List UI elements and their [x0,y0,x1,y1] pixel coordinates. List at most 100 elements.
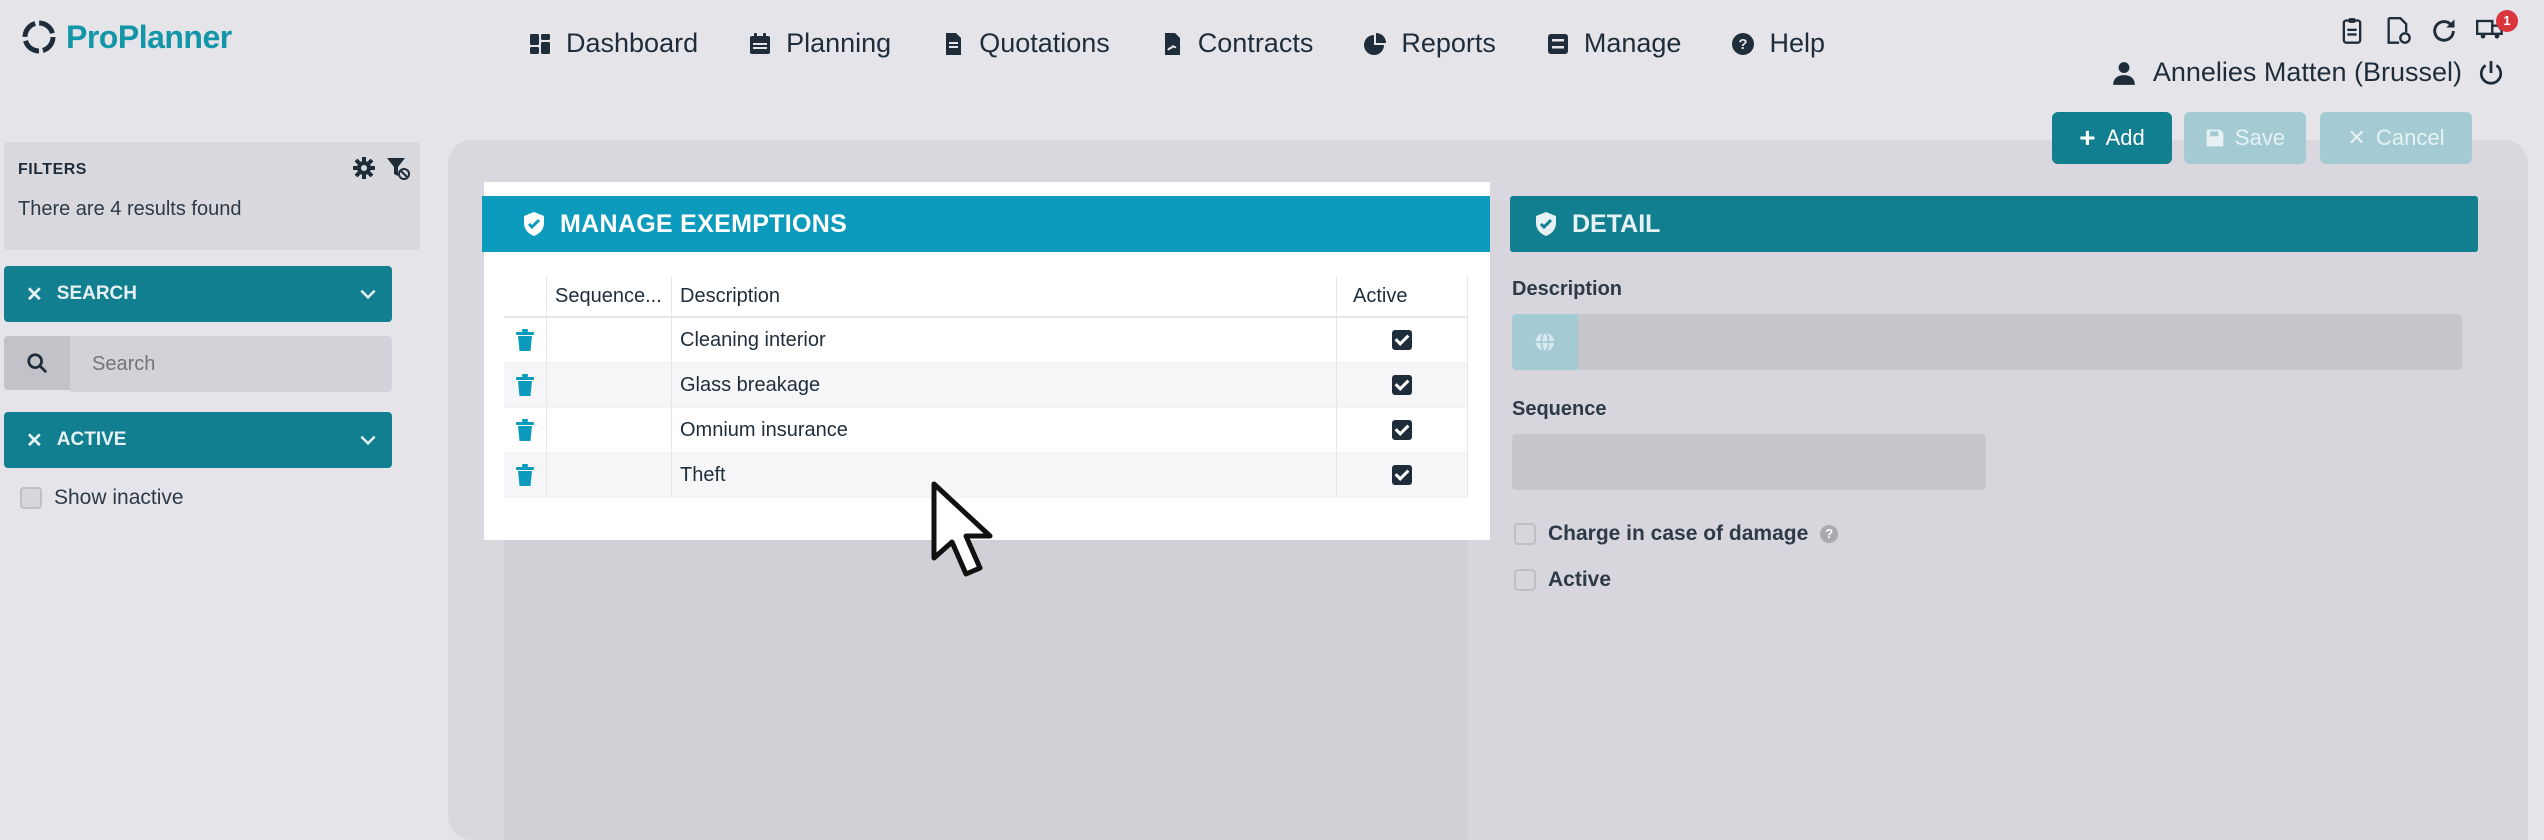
delete-cell[interactable] [504,452,547,498]
nav-label: Contracts [1197,28,1314,58]
dashboard-icon [530,33,550,54]
section-title: ACTIVE [56,429,127,450]
detail-area [1468,200,2528,840]
language-button[interactable] [1512,314,1578,370]
checkbox-label: Show inactive [54,486,184,509]
close-icon[interactable]: ✕ [26,282,43,307]
checked-checkbox[interactable] [1392,465,1412,486]
sequence-field[interactable] [1512,434,1986,490]
globe-icon [1535,331,1555,353]
trash-icon[interactable] [515,374,535,396]
delete-cell[interactable] [504,362,547,408]
notifications[interactable]: 1 [2476,10,2518,47]
checkbox-label: Charge in case of damage [1548,522,1809,545]
active-cell [1336,317,1468,363]
refresh-icon[interactable] [2430,17,2458,45]
nav-help[interactable]: ? Help [1731,28,1825,59]
manage-icon [1547,33,1568,54]
checked-checkbox[interactable] [1392,375,1412,396]
column-header-active[interactable]: Active [1336,276,1468,318]
filter-clear-icon[interactable] [386,156,410,180]
trash-icon[interactable] [515,464,535,486]
cancel-button[interactable]: ✕ Cancel [2320,112,2472,164]
gear-icon[interactable] [352,156,376,180]
filters-title: FILTERS [18,161,87,178]
checkbox-label: Active [1548,568,1612,591]
charge-damage-checkbox[interactable]: Charge in case of damage ? [1514,522,1839,546]
column-header-sequence[interactable]: Sequence... [546,276,672,318]
trash-icon[interactable] [515,419,535,441]
table-row[interactable]: Glass breakage [504,362,1468,408]
shield-icon [524,212,544,236]
nav-quotations[interactable]: Quotations [941,28,1110,59]
description-label: Description [1512,278,1623,300]
checkbox[interactable] [20,487,42,509]
active-checkbox[interactable]: Active [1514,568,1611,592]
column-header-description[interactable]: Description [671,276,1337,318]
main-nav: Dashboard Planning Quotations Contracts … [528,28,1825,59]
save-button[interactable]: Save [2184,112,2306,164]
user-name: Annelies Matten (Brussel) [2152,57,2462,87]
add-button[interactable]: + Add [2052,112,2172,164]
search-input[interactable] [70,336,392,392]
chevron-down-icon [360,289,376,300]
checked-checkbox[interactable] [1392,420,1412,441]
description-cell: Omnium insurance [671,407,1337,453]
nav-manage[interactable]: Manage [1546,28,1681,59]
nav-label: Planning [786,28,892,58]
nav-planning[interactable]: Planning [748,28,891,59]
panel-title: MANAGE EXEMPTIONS [560,209,848,238]
shield-icon [1536,212,1556,236]
sequence-label: Sequence [1512,398,1607,420]
nav-label: Dashboard [566,28,699,58]
power-icon[interactable] [2478,60,2504,86]
search-filter-section[interactable]: ✕ SEARCH [4,266,392,322]
nav-contracts[interactable]: Contracts [1160,28,1314,59]
nav-reports[interactable]: Reports [1363,28,1496,59]
chevron-down-icon [360,435,376,446]
search-icon [27,353,48,374]
active-filter-section[interactable]: ✕ ACTIVE [4,412,392,468]
delete-cell[interactable] [504,317,547,363]
filters-toolbar [352,156,410,180]
checkbox[interactable] [1514,523,1536,545]
active-cell [1336,362,1468,408]
active-cell [1336,407,1468,453]
calendar-icon [750,32,771,54]
notification-badge: 1 [2496,10,2518,32]
description-field[interactable] [1512,314,2462,370]
nav-label: Quotations [979,28,1110,58]
table-row[interactable]: Cleaning interior [504,317,1468,363]
info-icon[interactable]: ? [1820,525,1839,543]
detail-header: DETAIL [1510,196,2478,252]
checked-checkbox[interactable] [1392,330,1412,351]
nav-dashboard[interactable]: Dashboard [528,28,698,59]
trash-icon[interactable] [515,329,535,351]
save-icon [2206,129,2224,147]
manage-exemptions-header: MANAGE EXEMPTIONS [482,196,1490,252]
cancel-button-label: Cancel [2375,125,2445,150]
description-cell: Cleaning interior [671,317,1337,363]
sequence-cell [546,362,672,408]
results-count: There are 4 results found [18,198,242,220]
description-cell: Theft [671,452,1337,498]
nav-label: Reports [1401,28,1496,58]
close-icon: ✕ [2347,125,2366,150]
active-cell [1336,452,1468,498]
close-icon[interactable]: ✕ [26,428,43,453]
checkbox[interactable] [1514,569,1536,591]
show-inactive-checkbox[interactable]: Show inactive [20,486,184,510]
app-logo[interactable]: ProPlanner [20,18,232,56]
pie-chart-icon [1364,32,1387,55]
table-row[interactable]: Omnium insurance [504,407,1468,453]
file-settings-icon[interactable] [2384,16,2412,45]
sequence-cell [546,317,672,363]
sequence-cell [546,407,672,453]
user-menu[interactable]: Annelies Matten (Brussel) [2111,57,2504,88]
delete-cell[interactable] [504,407,547,453]
panel-title: DETAIL [1572,209,1661,238]
section-title: SEARCH [56,283,137,304]
clipboard-icon[interactable] [2338,17,2366,45]
contract-icon [1164,32,1180,55]
search-button[interactable] [4,336,70,390]
